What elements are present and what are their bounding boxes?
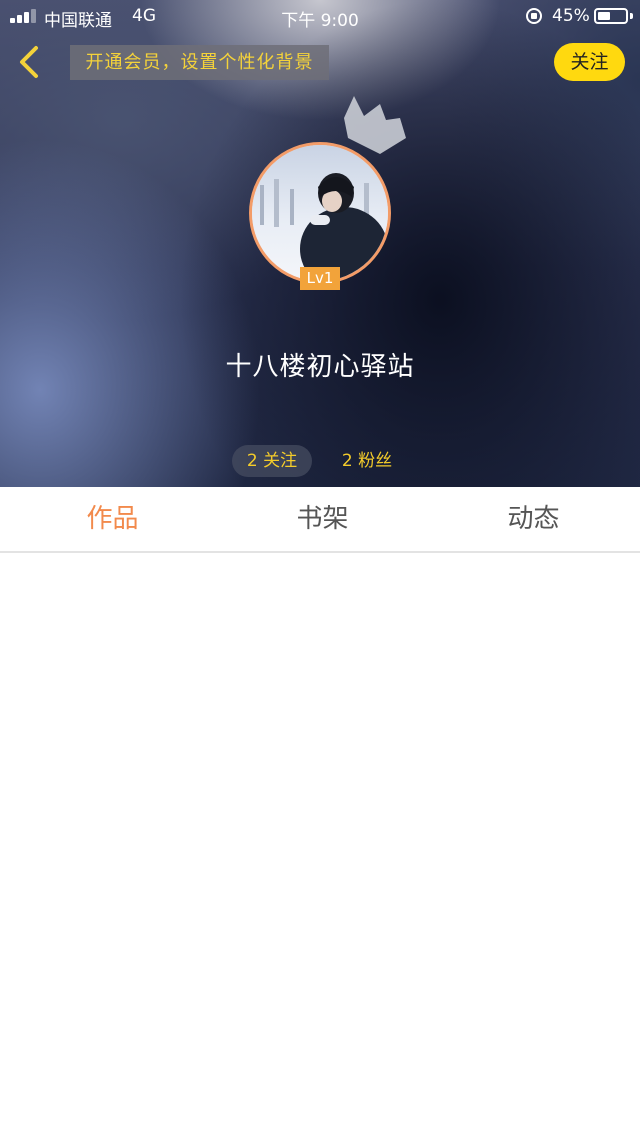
rotation-lock-icon [526,8,542,24]
tab-works[interactable]: 作品 [6,487,219,551]
status-bar: 中国联通 4G 下午 9:00 45% [0,0,640,34]
chevron-left-icon [20,46,38,78]
status-time: 下午 9:00 [281,11,359,31]
vip-background-banner[interactable]: 开通会员，设置个性化背景 [70,45,329,80]
tab-bookshelf[interactable]: 书架 [216,487,429,551]
back-button[interactable] [8,40,52,84]
avatar-photo [252,145,388,281]
tab-content [0,553,640,1138]
tab-activity[interactable]: 动态 [427,487,640,551]
crown-icon [344,96,406,154]
avatar[interactable] [249,142,391,284]
battery-tip [630,13,633,19]
level-badge: Lv1 [300,267,340,290]
following-count[interactable]: 2 关注 [232,445,312,477]
battery-percent: 45% [552,6,590,26]
battery-icon [594,8,628,24]
tab-bar: 作品 书架 动态 [0,487,640,553]
username: 十八楼初心驿站 [225,352,415,382]
battery-level-fill [598,12,610,20]
follow-button[interactable]: 关注 [554,43,625,81]
fans-count[interactable]: 2 粉丝 [326,445,408,477]
profile-header: 中国联通 4G 下午 9:00 45% 开通会员，设置个性化背景 关注 Lv1 … [0,0,640,487]
